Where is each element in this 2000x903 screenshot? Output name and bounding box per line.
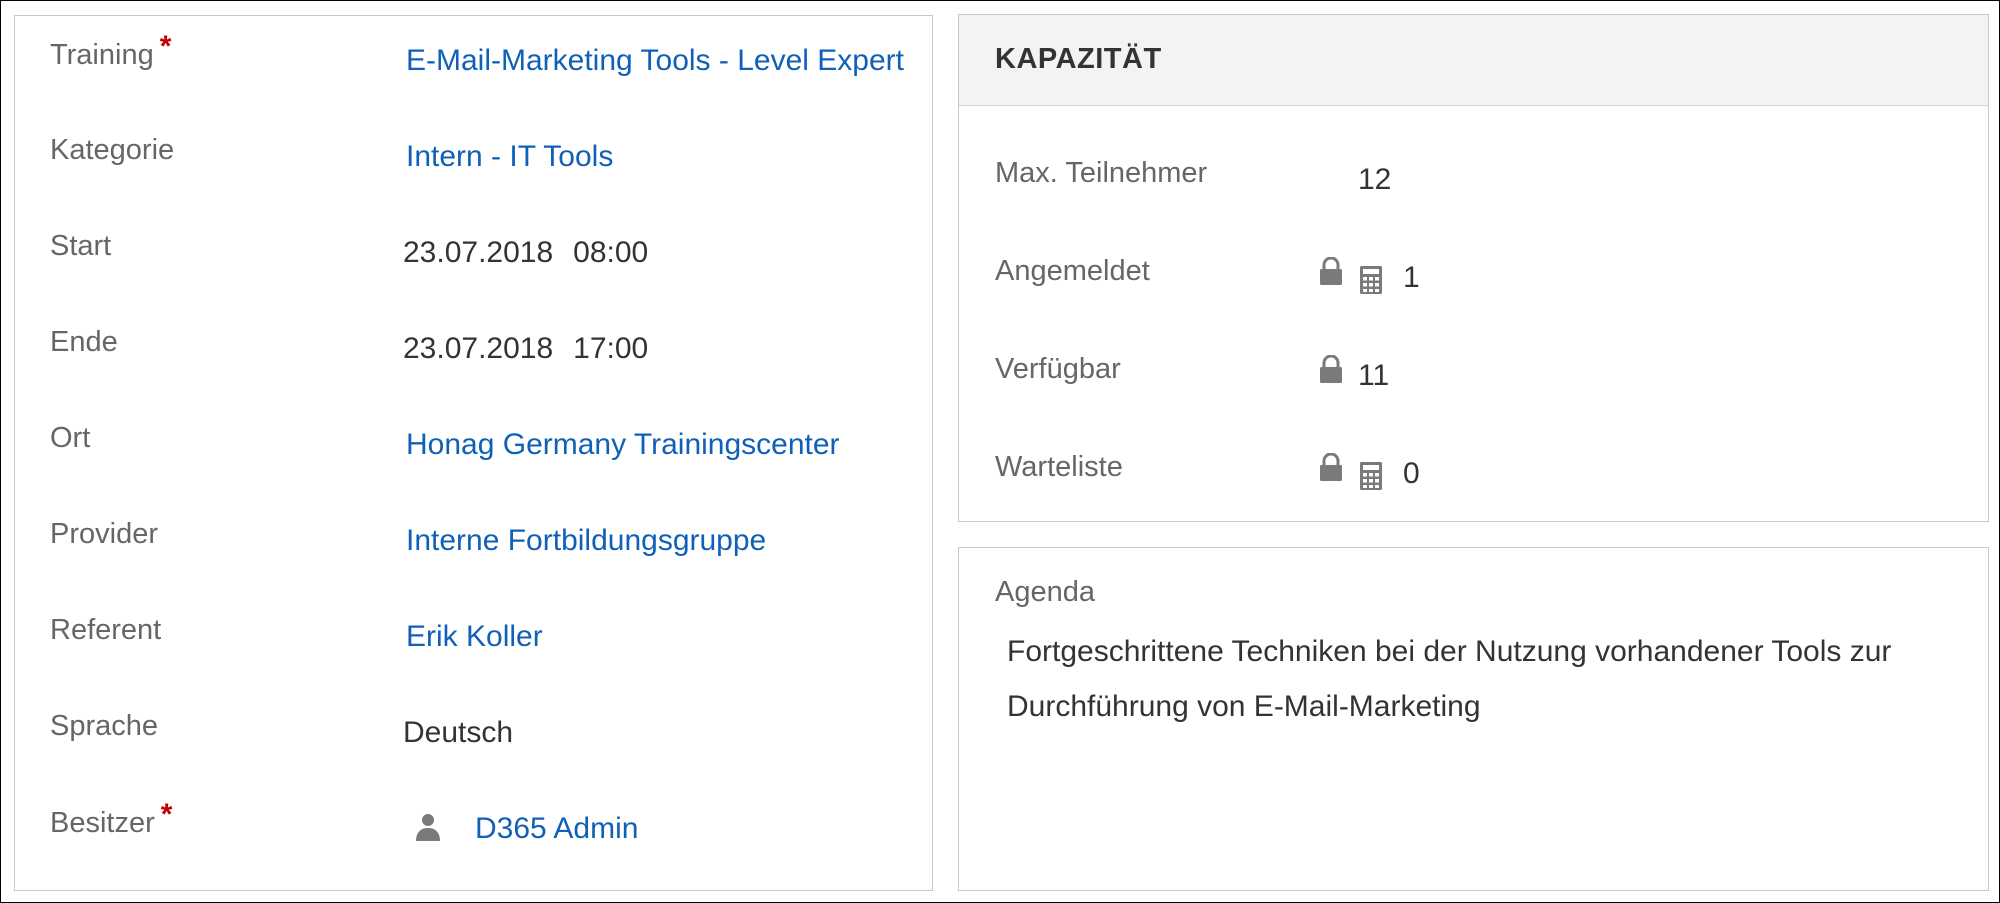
ort-link[interactable]: Honag Germany Trainingscenter (406, 428, 840, 462)
field-start: Start 23.07.2018 08:00 (15, 208, 932, 304)
capacity-row-verfuegbar: Verfügbar 11 (959, 333, 1988, 429)
field-ende: Ende 23.07.2018 17:00 (15, 304, 932, 400)
agenda-label: Agenda (995, 576, 1095, 608)
capacity-row-warteliste: Warteliste 0 (959, 431, 1988, 527)
field-referent: Referent Erik Koller (15, 592, 932, 688)
lock-icon (1320, 355, 1342, 383)
field-training: Training * E-Mail-Marketing Tools - Level… (15, 16, 932, 112)
referent-link[interactable]: Erik Koller (406, 620, 543, 654)
capacity-header: KAPAZITÄT (959, 15, 1988, 106)
besitzer-link[interactable]: D365 Admin (475, 812, 638, 845)
capacity-row-max: Max. Teilnehmer 12 (959, 137, 1988, 233)
agenda-section: Agenda Fortgeschrittene Techniken bei de… (958, 547, 1989, 891)
field-besitzer: Besitzer * D365 Admin (15, 784, 932, 880)
field-label-start: Start (50, 230, 112, 262)
calculator-icon (1360, 462, 1382, 490)
capacity-label-warteliste: Warteliste (995, 451, 1123, 483)
start-datetime[interactable]: 23.07.2018 08:00 (403, 236, 648, 270)
calculator-icon (1360, 266, 1382, 294)
field-label-sprache: Sprache (50, 710, 159, 742)
field-label-referent: Referent (50, 614, 162, 646)
required-marker: * (160, 798, 173, 831)
verfuegbar-value: 11 (1358, 359, 1390, 392)
field-sprache: Sprache Deutsch (15, 688, 932, 784)
field-label-provider: Provider (50, 518, 158, 550)
required-marker: * (159, 30, 172, 63)
form-frame: Training * E-Mail-Marketing Tools - Level… (0, 0, 2000, 903)
kategorie-link[interactable]: Intern - IT Tools (406, 140, 613, 174)
start-date[interactable]: 23.07.2018 (403, 236, 553, 269)
general-section: Training * E-Mail-Marketing Tools - Level… (14, 15, 933, 891)
lock-icon (1320, 257, 1342, 285)
angemeldet-value: 1 (1403, 261, 1420, 294)
field-kategorie: Kategorie Intern - IT Tools (15, 112, 932, 208)
field-label-ort: Ort (50, 422, 91, 454)
field-ort: Ort Honag Germany Trainingscenter (15, 400, 932, 496)
end-time[interactable]: 17:00 (573, 332, 648, 365)
capacity-title: KAPAZITÄT (995, 43, 1162, 75)
lock-icon (1320, 453, 1342, 481)
start-time[interactable]: 08:00 (573, 236, 648, 269)
capacity-label-verfuegbar: Verfügbar (995, 353, 1121, 385)
user-icon (416, 814, 440, 842)
capacity-section: KAPAZITÄT Max. Teilnehmer 12 Angemeldet (958, 14, 1989, 522)
field-label-ende: Ende (50, 326, 118, 358)
field-label-kategorie: Kategorie (50, 134, 175, 166)
provider-link[interactable]: Interne Fortbildungsgruppe (406, 524, 766, 558)
capacity-label-angemeldet: Angemeldet (995, 255, 1150, 287)
besitzer-value: D365 Admin (415, 812, 638, 846)
capacity-label-max: Max. Teilnehmer (995, 157, 1208, 189)
sprache-value[interactable]: Deutsch (403, 716, 513, 750)
agenda-textarea[interactable]: Fortgeschrittene Techniken bei der Nutzu… (1007, 624, 1967, 734)
field-provider: Provider Interne Fortbildungsgruppe (15, 496, 932, 592)
end-date[interactable]: 23.07.2018 (403, 332, 553, 365)
training-link[interactable]: E-Mail-Marketing Tools - Level Expert (406, 44, 904, 78)
field-label-training: Training * (50, 30, 172, 71)
field-label-besitzer: Besitzer * (50, 798, 173, 839)
max-participants-value[interactable]: 12 (1358, 163, 1391, 197)
end-datetime[interactable]: 23.07.2018 17:00 (403, 332, 648, 366)
capacity-row-angemeldet: Angemeldet 1 (959, 235, 1988, 331)
warteliste-value: 0 (1403, 457, 1420, 490)
